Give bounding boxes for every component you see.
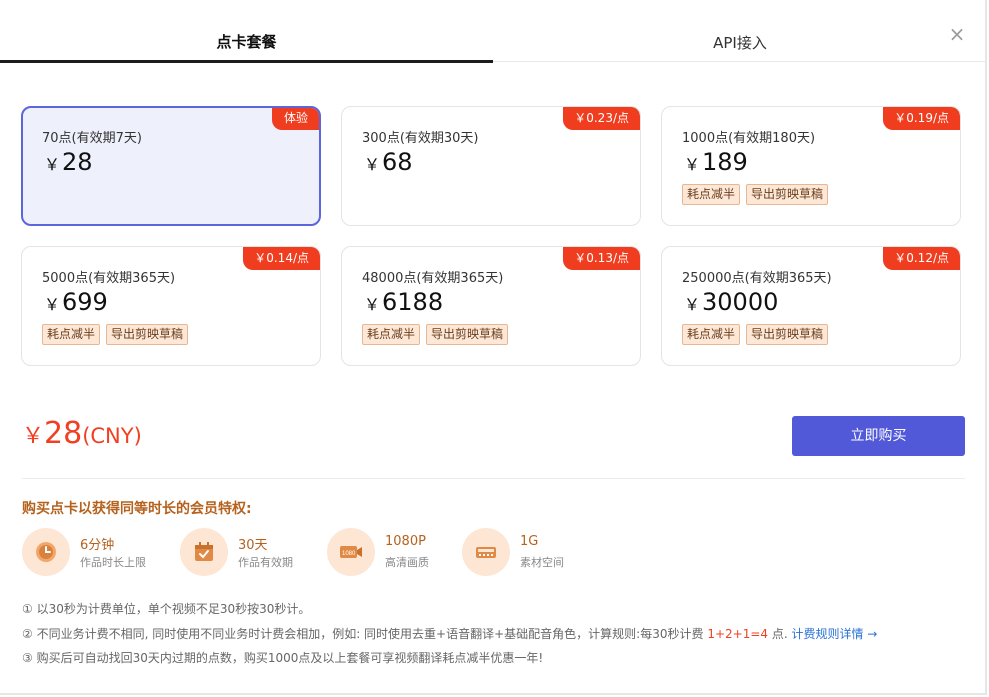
package-card-70[interactable]: 70点(有效期7天) ￥28 体验 xyxy=(21,106,321,226)
package-badge: 体验 xyxy=(271,108,319,130)
benefit-duration: 6分钟 作品时长上限 xyxy=(22,528,162,578)
tag-export-draft: 导出剪映草稿 xyxy=(426,324,509,345)
billing-rules-link[interactable]: 计费规则详情 → xyxy=(791,627,877,641)
tab-api-access[interactable]: API接入 xyxy=(493,0,987,62)
package-price: ￥28 xyxy=(44,148,93,176)
package-tags: 耗点减半 导出剪映草稿 xyxy=(682,324,829,345)
package-badge: ￥0.19/点 xyxy=(883,107,960,130)
benefits-title: 购买点卡以获得同等时长的会员特权: xyxy=(22,501,252,517)
package-badge: ￥0.12/点 xyxy=(883,247,960,270)
package-name: 300点(有效期30天) xyxy=(362,131,479,146)
package-name: 5000点(有效期365天) xyxy=(42,271,176,286)
benefit-validity: 30天 作品有效期 xyxy=(180,528,310,578)
close-icon[interactable]: × xyxy=(947,24,967,44)
package-name: 70点(有效期7天) xyxy=(42,131,142,146)
svg-text:1080: 1080 xyxy=(342,551,356,557)
note-3: ③ 购买后可自动找回30天内过期的点数，购买1000点及以上套餐可享视频翻译耗点… xyxy=(22,651,544,665)
package-price: ￥699 xyxy=(44,288,108,316)
package-tags: 耗点减半 导出剪映草稿 xyxy=(42,324,189,345)
package-card-250000[interactable]: 250000点(有效期365天) ￥30000 ￥0.12/点 耗点减半 导出剪… xyxy=(661,246,961,366)
package-name: 48000点(有效期365天) xyxy=(362,271,504,286)
package-badge: ￥0.23/点 xyxy=(563,107,640,130)
tag-half-consumption: 耗点减半 xyxy=(42,324,101,345)
benefit-quality: 1080 1080P 高清画质 xyxy=(327,528,457,578)
calendar-check-icon xyxy=(180,528,228,576)
package-card-300[interactable]: 300点(有效期30天) ￥68 ￥0.23/点 xyxy=(341,106,641,226)
clock-icon xyxy=(22,528,70,576)
package-badge: ￥0.14/点 xyxy=(243,247,320,270)
package-tags: 耗点减半 导出剪映草稿 xyxy=(682,184,829,205)
storage-icon xyxy=(462,528,510,576)
tag-half-consumption: 耗点减半 xyxy=(682,324,741,345)
package-badge: ￥0.13/点 xyxy=(563,247,640,270)
package-card-1000[interactable]: 1000点(有效期180天) ￥189 ￥0.19/点 耗点减半 导出剪映草稿 xyxy=(661,106,961,226)
package-card-5000[interactable]: 5000点(有效期365天) ￥699 ￥0.14/点 耗点减半 导出剪映草稿 xyxy=(21,246,321,366)
purchase-dialog: 点卡套餐 API接入 × 70点(有效期7天) ￥28 体验 300点(有效期3… xyxy=(0,0,987,695)
package-price: ￥189 xyxy=(684,148,748,176)
package-name: 250000点(有效期365天) xyxy=(682,271,832,286)
tag-export-draft: 导出剪映草稿 xyxy=(746,184,829,205)
note-1: ① 以30秒为计费单位，单个视频不足30秒按30秒计。 xyxy=(22,602,311,616)
package-name: 1000点(有效期180天) xyxy=(682,131,816,146)
tag-export-draft: 导出剪映草稿 xyxy=(106,324,189,345)
billing-formula: 1+2+1=4 xyxy=(707,627,769,641)
package-price: ￥6188 xyxy=(364,288,444,316)
package-tags: 耗点减半 导出剪映草稿 xyxy=(362,324,509,345)
buy-now-button[interactable]: 立即购买 xyxy=(792,416,965,456)
tab-point-card-packages[interactable]: 点卡套餐 xyxy=(0,0,493,63)
tag-export-draft: 导出剪映草稿 xyxy=(746,324,829,345)
tab-bar: 点卡套餐 API接入 xyxy=(0,0,987,63)
tag-half-consumption: 耗点减半 xyxy=(362,324,421,345)
note-2: ② 不同业务计费不相同, 同时使用不同业务时计费会相加，例如: 同时使用去重+语… xyxy=(22,627,878,641)
tag-half-consumption: 耗点减半 xyxy=(682,184,741,205)
video-1080-icon: 1080 xyxy=(327,528,375,576)
package-price: ￥68 xyxy=(364,148,413,176)
total-price: ￥28(CNY) xyxy=(22,416,142,451)
benefit-storage: 1G 素材空间 xyxy=(462,528,592,578)
divider xyxy=(22,478,965,479)
package-price: ￥30000 xyxy=(684,288,779,316)
package-card-48000[interactable]: 48000点(有效期365天) ￥6188 ￥0.13/点 耗点减半 导出剪映草… xyxy=(341,246,641,366)
